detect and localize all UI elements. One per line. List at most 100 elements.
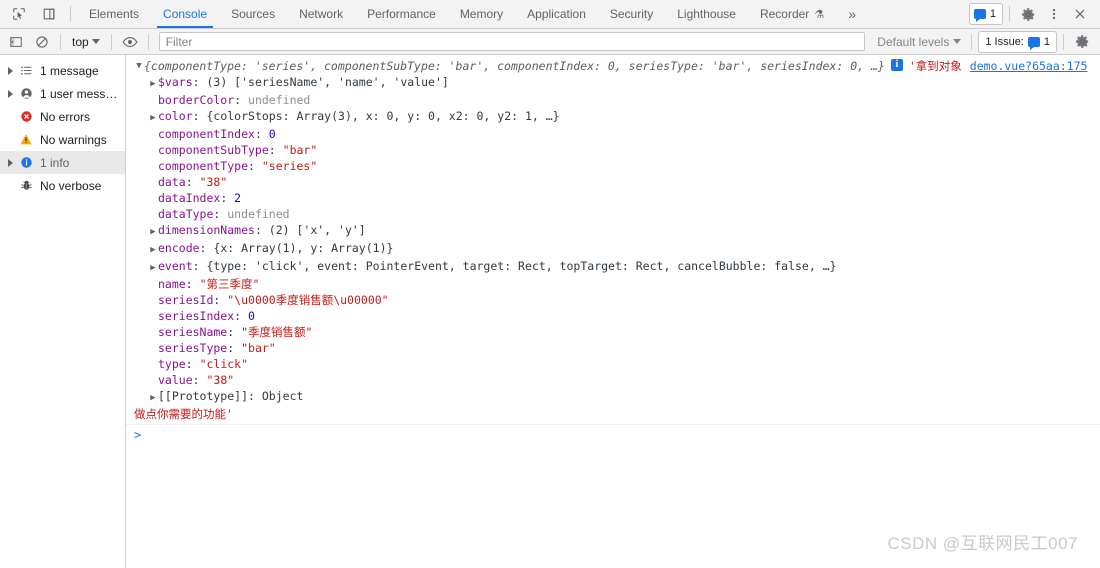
object-property-row[interactable]: ▶ dimensionNames: (2) ['x', 'y'] (126, 222, 1100, 240)
tabbar-right-divider (1009, 6, 1010, 22)
property-value: "\u0000季度销售额\u00000" (227, 293, 389, 307)
execution-context-select[interactable]: top (67, 34, 105, 50)
expand-triangle-icon[interactable]: ▶ (148, 76, 158, 92)
console-sidebar-toggle-icon[interactable] (4, 32, 28, 52)
sidebar-item-verbose-label: No verbose (40, 178, 102, 193)
log-levels-select[interactable]: Default levels (873, 34, 965, 50)
property-key: dataIndex (158, 191, 221, 205)
clear-console-icon[interactable] (30, 32, 54, 52)
sidebar-item-user-messages-label: 1 user mess… (40, 86, 118, 101)
console-prompt-row[interactable]: > (126, 425, 1100, 444)
speech-bubble-icon (973, 9, 986, 22)
property-key: [[Prototype]] (158, 389, 249, 403)
log-levels-label: Default levels (877, 34, 950, 49)
tab-memory-label: Memory (459, 7, 504, 21)
console-prompt-input[interactable] (147, 426, 1100, 443)
property-separator: : (254, 127, 269, 141)
console-settings-gear-icon[interactable] (1070, 32, 1094, 52)
tab-performance[interactable]: Performance (355, 0, 448, 28)
property-separator: : (213, 293, 228, 307)
object-property-row[interactable]: componentSubType: "bar" (126, 142, 1100, 158)
object-property-row[interactable]: seriesIndex: 0 (126, 308, 1100, 324)
object-property-row[interactable]: ▶ encode: {x: Array(1), y: Array(1)} (126, 240, 1100, 258)
property-key: event (158, 259, 193, 273)
object-property-row[interactable]: name: "第三季度" (126, 276, 1100, 292)
sidebar-item-warnings[interactable]: No warnings (0, 128, 125, 151)
tab-security[interactable]: Security (598, 0, 665, 28)
tab-elements-label: Elements (89, 7, 140, 21)
issues-badge-icon[interactable]: 1 (968, 3, 1003, 25)
expand-triangle-icon[interactable]: ▶ (148, 242, 158, 258)
object-property-row[interactable]: componentType: "series" (126, 158, 1100, 174)
expand-triangle-icon[interactable]: ▶ (148, 224, 158, 240)
object-property-row[interactable]: data: "38" (126, 174, 1100, 190)
tab-performance-label: Performance (367, 7, 436, 21)
tab-elements[interactable]: Elements (77, 0, 151, 28)
tab-application[interactable]: Application (515, 0, 598, 28)
sidebar-item-info[interactable]: 1 info (0, 151, 125, 174)
live-expression-eye-icon[interactable] (118, 32, 142, 52)
device-toolbar-icon[interactable] (38, 3, 60, 25)
tab-console[interactable]: Console (151, 0, 219, 28)
property-value: undefined (227, 207, 290, 221)
object-property-row[interactable]: seriesId: "\u0000季度销售额\u00000" (126, 292, 1100, 308)
property-separator: : (234, 93, 249, 107)
object-property-row[interactable]: type: "click" (126, 356, 1100, 372)
kebab-menu-icon[interactable] (1042, 2, 1066, 26)
object-property-row[interactable]: dataType: undefined (126, 206, 1100, 222)
experiment-flask-icon: ⚗ (814, 8, 825, 21)
more-tabs-icon[interactable]: » (836, 0, 868, 28)
console-toolbar-divider-4 (971, 33, 973, 50)
tab-sources[interactable]: Sources (219, 0, 287, 28)
console-filter-input[interactable] (158, 32, 866, 51)
property-value: (2) ['x', 'y'] (268, 223, 366, 237)
expand-triangle-icon[interactable]: ▶ (148, 390, 158, 406)
sidebar-item-verbose[interactable]: No verbose (0, 174, 125, 197)
property-value: "bar" (241, 341, 276, 355)
expand-triangle-icon[interactable]: ▶ (148, 110, 158, 126)
info-icon (16, 156, 36, 169)
expand-object-toggle-icon[interactable]: ▼ (134, 58, 144, 74)
object-property-row[interactable]: seriesType: "bar" (126, 340, 1100, 356)
tab-lighthouse[interactable]: Lighthouse (665, 0, 748, 28)
gear-icon[interactable] (1016, 2, 1040, 26)
property-separator: : (199, 241, 214, 255)
property-value: "第三季度" (199, 277, 260, 291)
console-toolbar: top Default levels 1 Issue: 1 (0, 29, 1100, 55)
expand-triangle-icon[interactable]: ▶ (148, 260, 158, 276)
object-property-row[interactable]: componentIndex: 0 (126, 126, 1100, 142)
property-key: seriesIndex (158, 309, 235, 323)
object-property-row[interactable]: ▶ event: {type: 'click', event: PointerEv… (126, 258, 1100, 276)
sidebar-item-user-messages[interactable]: 1 user mess… (0, 82, 125, 105)
object-property-row[interactable]: dataIndex: 2 (126, 190, 1100, 206)
console-output: ▼ {componentType: 'series', componentSub… (126, 55, 1100, 568)
sidebar-item-errors-label: No errors (40, 109, 91, 124)
expand-triangle-icon[interactable] (4, 158, 16, 167)
expand-triangle-icon[interactable] (4, 89, 16, 98)
source-link[interactable]: demo.vue?65aa:175 (970, 58, 1088, 74)
object-prototype-row[interactable]: ▶ [[Prototype]]: Object (126, 388, 1100, 406)
close-icon[interactable] (1068, 2, 1092, 26)
tab-memory[interactable]: Memory (448, 0, 515, 28)
property-separator: : (185, 357, 200, 371)
tab-recorder[interactable]: Recorder ⚗ (748, 0, 836, 28)
console-toolbar-divider-1 (60, 33, 61, 50)
object-property-row[interactable]: seriesName: "季度销售额" (126, 324, 1100, 340)
property-separator: : (227, 325, 242, 339)
tab-network[interactable]: Network (287, 0, 355, 28)
sidebar-item-messages[interactable]: 1 message (0, 59, 125, 82)
expand-triangle-icon[interactable] (4, 66, 16, 75)
object-property-row[interactable]: borderColor: undefined (126, 92, 1100, 108)
object-property-row[interactable]: ▶ $vars: (3) ['seriesName', 'name', 'valu… (126, 74, 1100, 92)
user-icon (16, 87, 36, 100)
sidebar-item-errors[interactable]: No errors (0, 105, 125, 128)
object-property-row[interactable]: ▶ color: {colorStops: Array(3), x: 0, y: … (126, 108, 1100, 126)
console-issues-button[interactable]: 1 Issue: 1 (978, 30, 1057, 53)
inspect-element-icon[interactable] (8, 3, 30, 25)
tab-console-label: Console (163, 7, 208, 21)
object-property-row[interactable]: value: "38" (126, 372, 1100, 388)
property-separator: : (185, 175, 200, 189)
property-value: "click" (199, 357, 249, 371)
property-key: componentIndex (158, 127, 255, 141)
console-object-header[interactable]: ▼ {componentType: 'series', componentSub… (126, 58, 1100, 74)
